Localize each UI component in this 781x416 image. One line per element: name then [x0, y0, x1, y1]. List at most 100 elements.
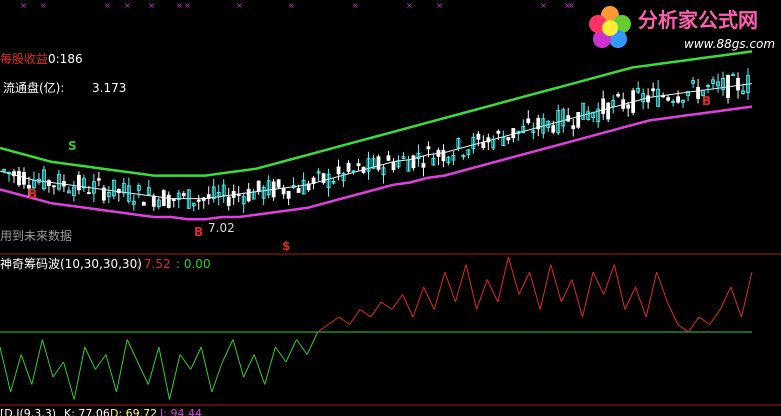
osc-segment: [412, 286, 425, 318]
candle-body: [306, 183, 311, 191]
marker-x: ×: [568, 1, 575, 10]
marker-x: ×: [124, 1, 131, 10]
osc-segment: [582, 271, 594, 318]
osc-segment: [444, 271, 456, 303]
mid-line: [0, 83, 753, 200]
candle-body: [52, 185, 56, 188]
osc-segment: [94, 354, 107, 370]
osc-segment: [635, 286, 647, 318]
candle-body: [361, 166, 366, 173]
marker-x: ×: [20, 1, 27, 10]
osc-segment: [507, 256, 520, 295]
candle-body: [256, 180, 261, 192]
candle-body: [386, 155, 391, 161]
candle-body: [181, 193, 186, 196]
kdj-k: K: 77.06: [64, 407, 110, 416]
candle-body: [646, 95, 651, 103]
marker-x: ×: [436, 1, 443, 10]
candle-body: [286, 190, 291, 199]
candle-body: [441, 150, 446, 162]
osc-segment: [486, 279, 499, 303]
candle-body: [631, 90, 636, 113]
osc-segment: [550, 264, 562, 303]
marker-x: ×: [540, 1, 547, 10]
indicator-green-value: : 0.00: [176, 257, 211, 271]
candle-body: [626, 104, 631, 109]
osc-segment: [698, 316, 710, 325]
site-logo: 分析家公式网 www.88gs.com: [580, 0, 780, 60]
osc-segment: [63, 361, 75, 400]
marker-x: ×: [352, 1, 359, 10]
osc-segment: [518, 271, 531, 295]
kdj-d: D: 69.72: [110, 407, 158, 416]
stock-chart-window: × × × × × × × × × × × × × × × B S B B $ 每股收益 0:186 流通盘(亿): …: [0, 0, 781, 416]
osc-segment: [31, 339, 43, 385]
osc-segment: [73, 346, 86, 400]
osc-segment: [200, 346, 213, 393]
candle-body: [17, 171, 21, 186]
osc-segment: [116, 339, 128, 393]
candle-body: [236, 193, 241, 196]
osc-segment: [476, 279, 488, 310]
upper-band-line: [0, 50, 753, 177]
candle-body: [616, 93, 621, 97]
signal-marker: $: [282, 239, 290, 253]
osc-segment: [740, 271, 753, 318]
osc-segment: [84, 346, 96, 370]
osc-segment: [105, 354, 117, 393]
osc-segment: [338, 316, 350, 325]
eps-label: 每股收益: [0, 52, 49, 66]
candle-body: [321, 173, 326, 184]
candle-body: [696, 86, 700, 99]
osc-segment: [402, 294, 414, 318]
candle-body: [436, 149, 441, 157]
osc-segment: [719, 286, 732, 310]
candle-body: [651, 88, 656, 92]
eps-value: 0:186: [48, 52, 83, 66]
osc-segment: [391, 294, 403, 310]
candle-body: [96, 178, 101, 181]
signal-marker: B: [28, 187, 37, 201]
candle-body: [526, 118, 531, 124]
marker-x: ×: [104, 1, 111, 10]
candle-body: [231, 191, 236, 198]
signal-marker: B: [702, 94, 711, 108]
candle-body: [576, 112, 581, 128]
osc-segment: [52, 361, 64, 378]
osc-segment: [296, 339, 308, 355]
candle-body: [47, 180, 51, 187]
candle-body: [606, 102, 611, 120]
lower-band-line: [0, 105, 753, 221]
candle-body: [346, 162, 351, 172]
indicator-name: 神奇筹码波(10,30,30,30): [0, 257, 142, 271]
kdj-j: J: 94.44: [160, 407, 202, 416]
candle-body: [391, 162, 396, 171]
osc-segment: [454, 264, 467, 303]
osc-segment: [465, 264, 478, 310]
candle-body: [726, 74, 730, 99]
osc-segment: [423, 286, 435, 310]
osc-segment: [603, 264, 615, 295]
candle-body: [486, 137, 491, 143]
candle-body: [336, 166, 341, 175]
signal-marker: B: [194, 225, 203, 239]
osc-segment: [10, 354, 22, 393]
osc-segment: [137, 361, 149, 385]
signal-marker: S: [68, 139, 77, 153]
candle-body: [666, 97, 671, 101]
candle-body: [411, 155, 416, 169]
osc-segment: [529, 271, 541, 310]
candle-body: [171, 198, 176, 201]
osc-segment: [730, 286, 742, 318]
osc-segment: [211, 361, 223, 393]
candle-body: [536, 118, 541, 130]
candle-body: [511, 128, 516, 139]
candle-body: [276, 179, 281, 188]
osc-segment: [274, 346, 287, 363]
osc-segment: [592, 271, 605, 295]
candle-body: [496, 130, 501, 134]
osc-segment: [232, 339, 245, 378]
osc-segment: [20, 354, 33, 385]
osc-segment: [126, 339, 139, 363]
float-label: 流通盘(亿):: [3, 81, 65, 95]
